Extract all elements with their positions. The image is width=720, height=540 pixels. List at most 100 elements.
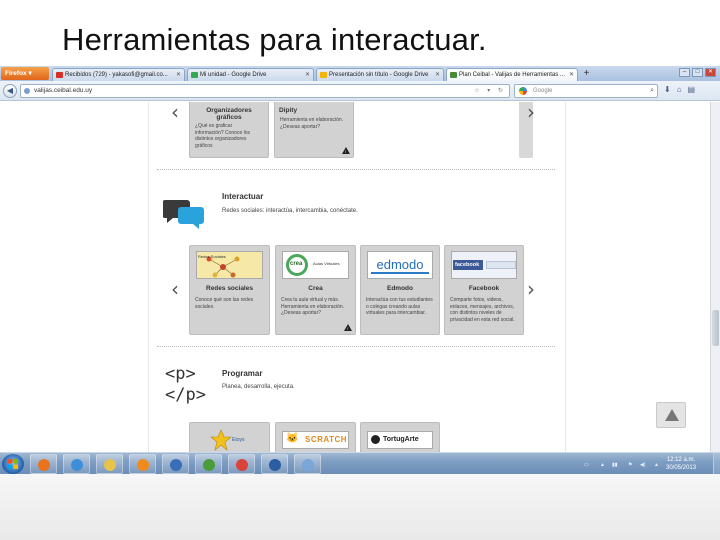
- turtle-icon: [371, 435, 380, 444]
- close-tab-icon[interactable]: ✕: [435, 69, 440, 81]
- taskbar-google-earth-button[interactable]: [261, 454, 288, 474]
- taskbar-internet-explorer-button[interactable]: [63, 454, 90, 474]
- card-facebook[interactable]: facebook Facebook Comparte fotos, videos…: [444, 245, 524, 335]
- paint-icon: [302, 459, 314, 471]
- volume-icon[interactable]: ◀): [640, 462, 646, 468]
- section-desc-interactuar: Redes sociales: interactúa, intercambia,…: [222, 208, 358, 214]
- window-controls: – □ ✕: [679, 68, 716, 77]
- tortugarte-thumbnail: TortugArte: [367, 431, 433, 449]
- tab-strip: Firefox ▾ Recibidos (729) - yakasofi@gma…: [0, 66, 720, 81]
- firefox-menu-button[interactable]: Firefox ▾: [1, 67, 49, 80]
- toolbar-icons: ⬇ ⌂ ▤: [664, 85, 695, 94]
- google-icon: [519, 87, 527, 95]
- gmail-icon: [56, 72, 63, 78]
- close-window-button[interactable]: ✕: [705, 68, 716, 77]
- url-text: valijas.ceibal.edu.uy: [34, 87, 93, 94]
- carousel-prev-arrow[interactable]: ‹: [171, 277, 179, 301]
- carousel-next-arrow[interactable]: ›: [527, 277, 535, 301]
- card-tortugarte[interactable]: TortugArte: [360, 422, 440, 452]
- ceibal-icon: [450, 72, 457, 78]
- start-button[interactable]: [2, 454, 24, 474]
- web-page: ‹ Organizadores gráficos ¿Qué es grafica…: [0, 102, 720, 452]
- system-tray: ▭ ▲ ▮▮ ⚑ ◀) ▲ 12:12 a.m. 30/05/2013: [570, 453, 720, 474]
- close-tab-icon[interactable]: ✕: [176, 69, 181, 81]
- tab-gmail[interactable]: Recibidos (729) - yakasofi@gmail.co... ✕: [52, 68, 185, 81]
- redes-sociales-thumbnail: Redes Sociales: [196, 251, 263, 279]
- taskbar-file-explorer-button[interactable]: [96, 454, 123, 474]
- show-hidden-icons[interactable]: ▲: [600, 462, 605, 468]
- browser-screenshot: Firefox ▾ Recibidos (729) - yakasofi@gma…: [0, 66, 720, 474]
- taskbar-media-player-button[interactable]: [129, 454, 156, 474]
- search-input[interactable]: Google ⌕: [514, 84, 658, 98]
- internet-explorer-icon: [71, 459, 83, 471]
- slide: Herramientas para interactuar. Firefox ▾…: [0, 0, 720, 540]
- warning-icon: !: [342, 147, 350, 154]
- page-content: ‹ Organizadores gráficos ¿Qué es grafica…: [148, 102, 566, 452]
- tab-drive[interactable]: Mi unidad - Google Drive ✕: [187, 68, 314, 81]
- section-title-programar: Programar: [222, 369, 263, 378]
- edmodo-thumbnail: edmodo: [367, 251, 433, 279]
- downloads-icon[interactable]: ⬇: [664, 85, 671, 94]
- media-player-icon: [137, 459, 149, 471]
- scrollbar-thumb[interactable]: [712, 310, 719, 346]
- network-icon[interactable]: ▮▮: [612, 462, 618, 468]
- hp-app-icon: [170, 459, 182, 471]
- page-scrollbar[interactable]: [710, 102, 720, 452]
- taskbar-paint-button[interactable]: [294, 454, 321, 474]
- facebook-thumbnail: facebook: [451, 251, 517, 279]
- clock[interactable]: 12:12 a.m. 30/05/2013: [666, 456, 696, 472]
- taskbar-chrome-button[interactable]: [228, 454, 255, 474]
- new-tab-button[interactable]: +: [580, 68, 593, 80]
- facebook-signup-form: [486, 261, 516, 269]
- reload-icon[interactable]: ☆ ▾ ↻: [474, 85, 506, 97]
- address-bar[interactable]: valijas.ceibal.edu.uy ☆ ▾ ↻: [20, 84, 510, 98]
- chat-bubbles-icon: [163, 200, 204, 229]
- section-desc-programar: Planea, desarrolla, ejecuta.: [222, 384, 295, 390]
- card-etoys[interactable]: Etoys: [189, 422, 270, 452]
- warning-icon: !: [344, 324, 352, 331]
- tab-presentation[interactable]: Presentación sin título - Google Drive ✕: [316, 68, 444, 81]
- back-button[interactable]: ◀: [3, 84, 17, 98]
- code-tags-icon: <p> </p>: [165, 364, 206, 405]
- card-scratch[interactable]: 🐱 SCRATCH: [275, 422, 356, 452]
- search-icon[interactable]: ⌕: [650, 85, 654, 97]
- crea-thumbnail: crea Aulas Virtuales: [282, 251, 349, 279]
- taskbar-security-center-button[interactable]: [195, 454, 222, 474]
- scroll-to-top-button[interactable]: [656, 402, 686, 428]
- carousel-prev-arrow[interactable]: ‹: [171, 102, 179, 124]
- chrome-icon: [236, 459, 248, 471]
- windows-taskbar: ▭ ▲ ▮▮ ⚑ ◀) ▲ 12:12 a.m. 30/05/2013: [0, 452, 720, 474]
- close-tab-icon[interactable]: ✕: [305, 69, 310, 81]
- card-edmodo[interactable]: edmodo Edmodo Interactúa con tus estudia…: [360, 245, 440, 335]
- card-dipity[interactable]: Dipity Herramienta en elaboración. ¿Dese…: [274, 102, 354, 158]
- scratch-thumbnail: 🐱 SCRATCH: [282, 431, 349, 449]
- google-earth-icon: [269, 459, 281, 471]
- flag-icon[interactable]: ⚑: [628, 462, 632, 468]
- taskbar-firefox-button[interactable]: [30, 454, 57, 474]
- card-organizadores-graficos[interactable]: Organizadores gráficos ¿Qué es graficar …: [189, 102, 269, 158]
- card-redes-sociales[interactable]: Redes Sociales Redes sociales Conoce qué…: [189, 245, 270, 335]
- close-tab-icon[interactable]: ✕: [569, 69, 574, 81]
- tab-plan-ceibal[interactable]: Plan Ceibal - Valijas de Herramientas ..…: [446, 68, 578, 81]
- section-title-interactuar: Interactuar: [222, 192, 264, 201]
- slide-title: Herramientas para interactuar.: [62, 22, 487, 57]
- maximize-button[interactable]: □: [692, 68, 703, 77]
- card-crea[interactable]: crea Aulas Virtuales Crea Crea tu aula v…: [275, 245, 356, 335]
- minimize-button[interactable]: –: [679, 68, 690, 77]
- section-divider: [157, 346, 555, 347]
- home-icon[interactable]: ⌂: [677, 85, 682, 94]
- menu-icon[interactable]: ▤: [688, 85, 696, 94]
- drive-icon: [191, 72, 198, 78]
- show-desktop-button[interactable]: [713, 453, 720, 474]
- navigation-bar: ◀ valijas.ceibal.edu.uy ☆ ▾ ↻ Google ⌕ ⬇…: [0, 81, 720, 101]
- carousel-next-arrow[interactable]: ›: [527, 102, 535, 124]
- language-icon[interactable]: ▭: [584, 462, 589, 468]
- action-icon[interactable]: ▲: [654, 462, 659, 468]
- file-explorer-icon: [104, 459, 116, 471]
- taskbar-hp-app-button[interactable]: [162, 454, 189, 474]
- globe-icon: [24, 88, 30, 94]
- firefox-icon: [38, 459, 50, 471]
- section-divider: [157, 169, 555, 170]
- etoys-star-icon: [210, 429, 232, 451]
- crea-logo-icon: crea: [286, 254, 308, 276]
